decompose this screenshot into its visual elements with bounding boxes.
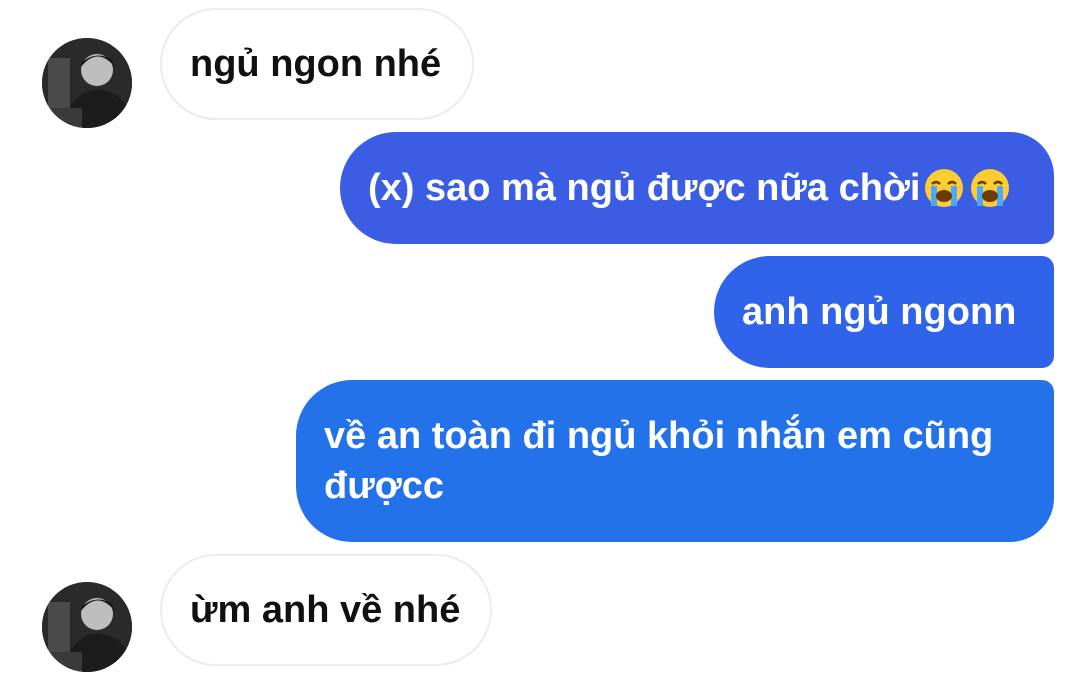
- chat-thread[interactable]: ngủ ngon nhé (x) sao mà ngủ được nữa chờ…: [0, 0, 1080, 688]
- avatar[interactable]: [42, 38, 132, 128]
- message-text: (x) sao mà ngủ được nữa chời: [368, 167, 921, 209]
- message-bubble-incoming[interactable]: ngủ ngon nhé: [160, 8, 474, 120]
- crying-face-emoji: [925, 169, 964, 207]
- message-bubble-outgoing[interactable]: anh ngủ ngonn: [714, 256, 1054, 368]
- avatar[interactable]: [42, 582, 132, 672]
- avatar-photo: [42, 582, 132, 672]
- message-text: anh ngủ ngonn: [742, 291, 1017, 333]
- message-bubble-outgoing[interactable]: (x) sao mà ngủ được nữa chời: [340, 132, 1054, 244]
- message-text: ừm anh về nhé: [190, 589, 461, 631]
- message-text: ngủ ngon nhé: [190, 43, 442, 85]
- message-bubble-outgoing[interactable]: về an toàn đi ngủ khỏi nhắn em cũng được…: [296, 380, 1054, 542]
- message-text: về an toàn đi ngủ khỏi nhắn em cũng được…: [324, 415, 994, 507]
- crying-face-emoji: [971, 169, 1010, 207]
- message-bubble-incoming[interactable]: ừm anh về nhé: [160, 554, 492, 666]
- avatar-photo: [42, 38, 132, 128]
